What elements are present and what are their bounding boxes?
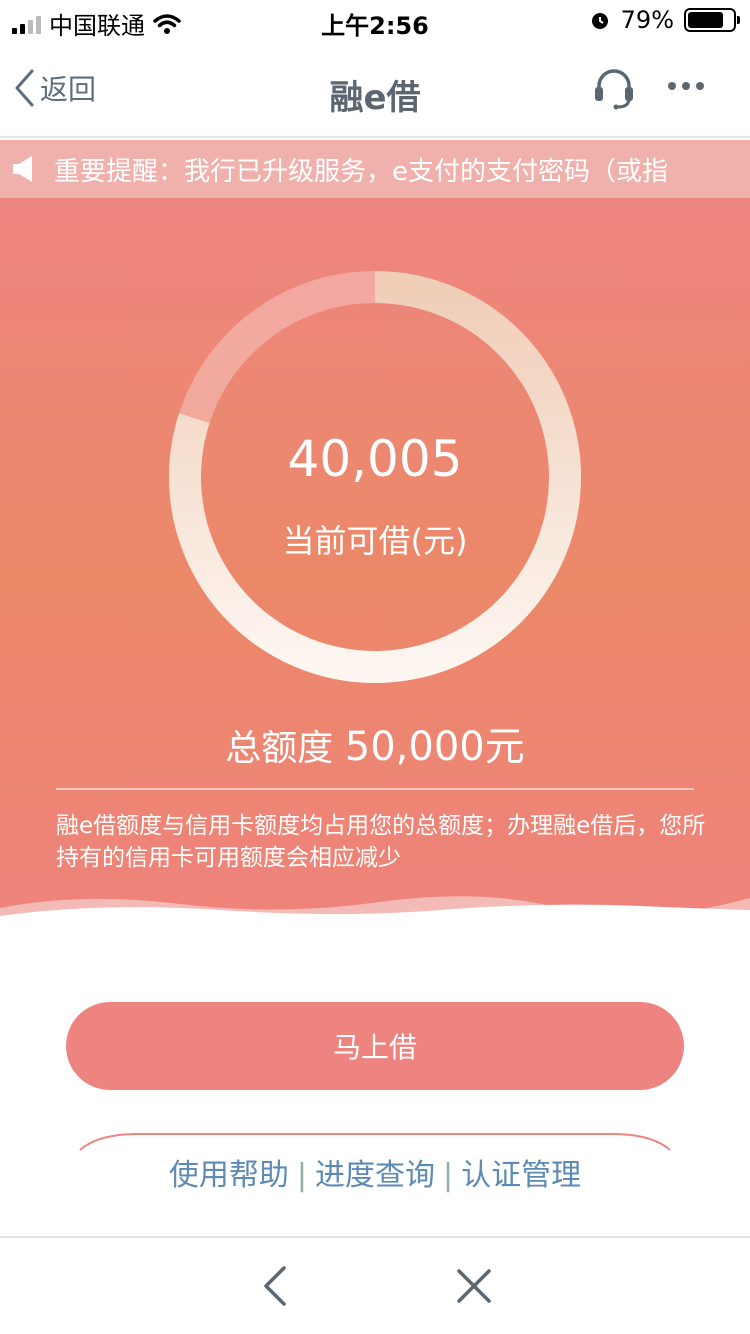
alarm-icon (591, 13, 608, 29)
total-limit: 总额度 50,000元 (0, 714, 750, 772)
help-link[interactable]: 使用帮助 (169, 1158, 289, 1193)
divider (56, 788, 694, 790)
decorative-arc (79, 1133, 671, 1151)
borrow-now-button[interactable]: 马上借 (66, 1002, 684, 1090)
back-arrow-icon[interactable] (256, 1264, 296, 1308)
credit-summary: 40,005 当前可借(元) 总额度 50,000元 融e借额度与信用卡额度均占… (0, 198, 750, 928)
link-separator: | (296, 1158, 307, 1193)
notice-text: 重要提醒：我行已升级服务，e支付的支付密码（或指 (54, 156, 668, 187)
link-separator: | (443, 1158, 454, 1193)
wave-decoration (0, 896, 750, 928)
help-links: 使用帮助 | 进度查询 | 认证管理 (0, 1150, 750, 1194)
notice-banner[interactable]: 重要提醒：我行已升级服务，e支付的支付密码（或指 (0, 140, 750, 198)
status-right: 79% (589, 6, 740, 34)
available-amount: 40,005 (287, 430, 463, 488)
close-icon[interactable] (456, 1268, 492, 1304)
total-label: 总额度 (225, 728, 334, 769)
auth-management-link[interactable]: 认证管理 (461, 1158, 581, 1193)
nav-bar: 返回 融e借 (0, 40, 750, 138)
speaker-icon (13, 156, 32, 182)
limit-description: 融e借额度与信用卡额度均占用您的总额度；办理融e借后，您所持有的信用卡可用额度会… (56, 813, 706, 871)
bottom-toolbar (0, 1236, 750, 1334)
battery-icon (684, 8, 740, 32)
battery-percent: 79% (620, 6, 674, 34)
available-label: 当前可借(元) (282, 522, 468, 560)
more-icon[interactable] (664, 68, 708, 104)
headset-icon[interactable] (592, 66, 636, 110)
status-bar: 中国联通 上午2:56 79% (0, 0, 750, 40)
total-amount: 50,000元 (344, 724, 525, 770)
page-title: 融e借 (329, 78, 421, 118)
progress-query-link[interactable]: 进度查询 (315, 1158, 435, 1193)
